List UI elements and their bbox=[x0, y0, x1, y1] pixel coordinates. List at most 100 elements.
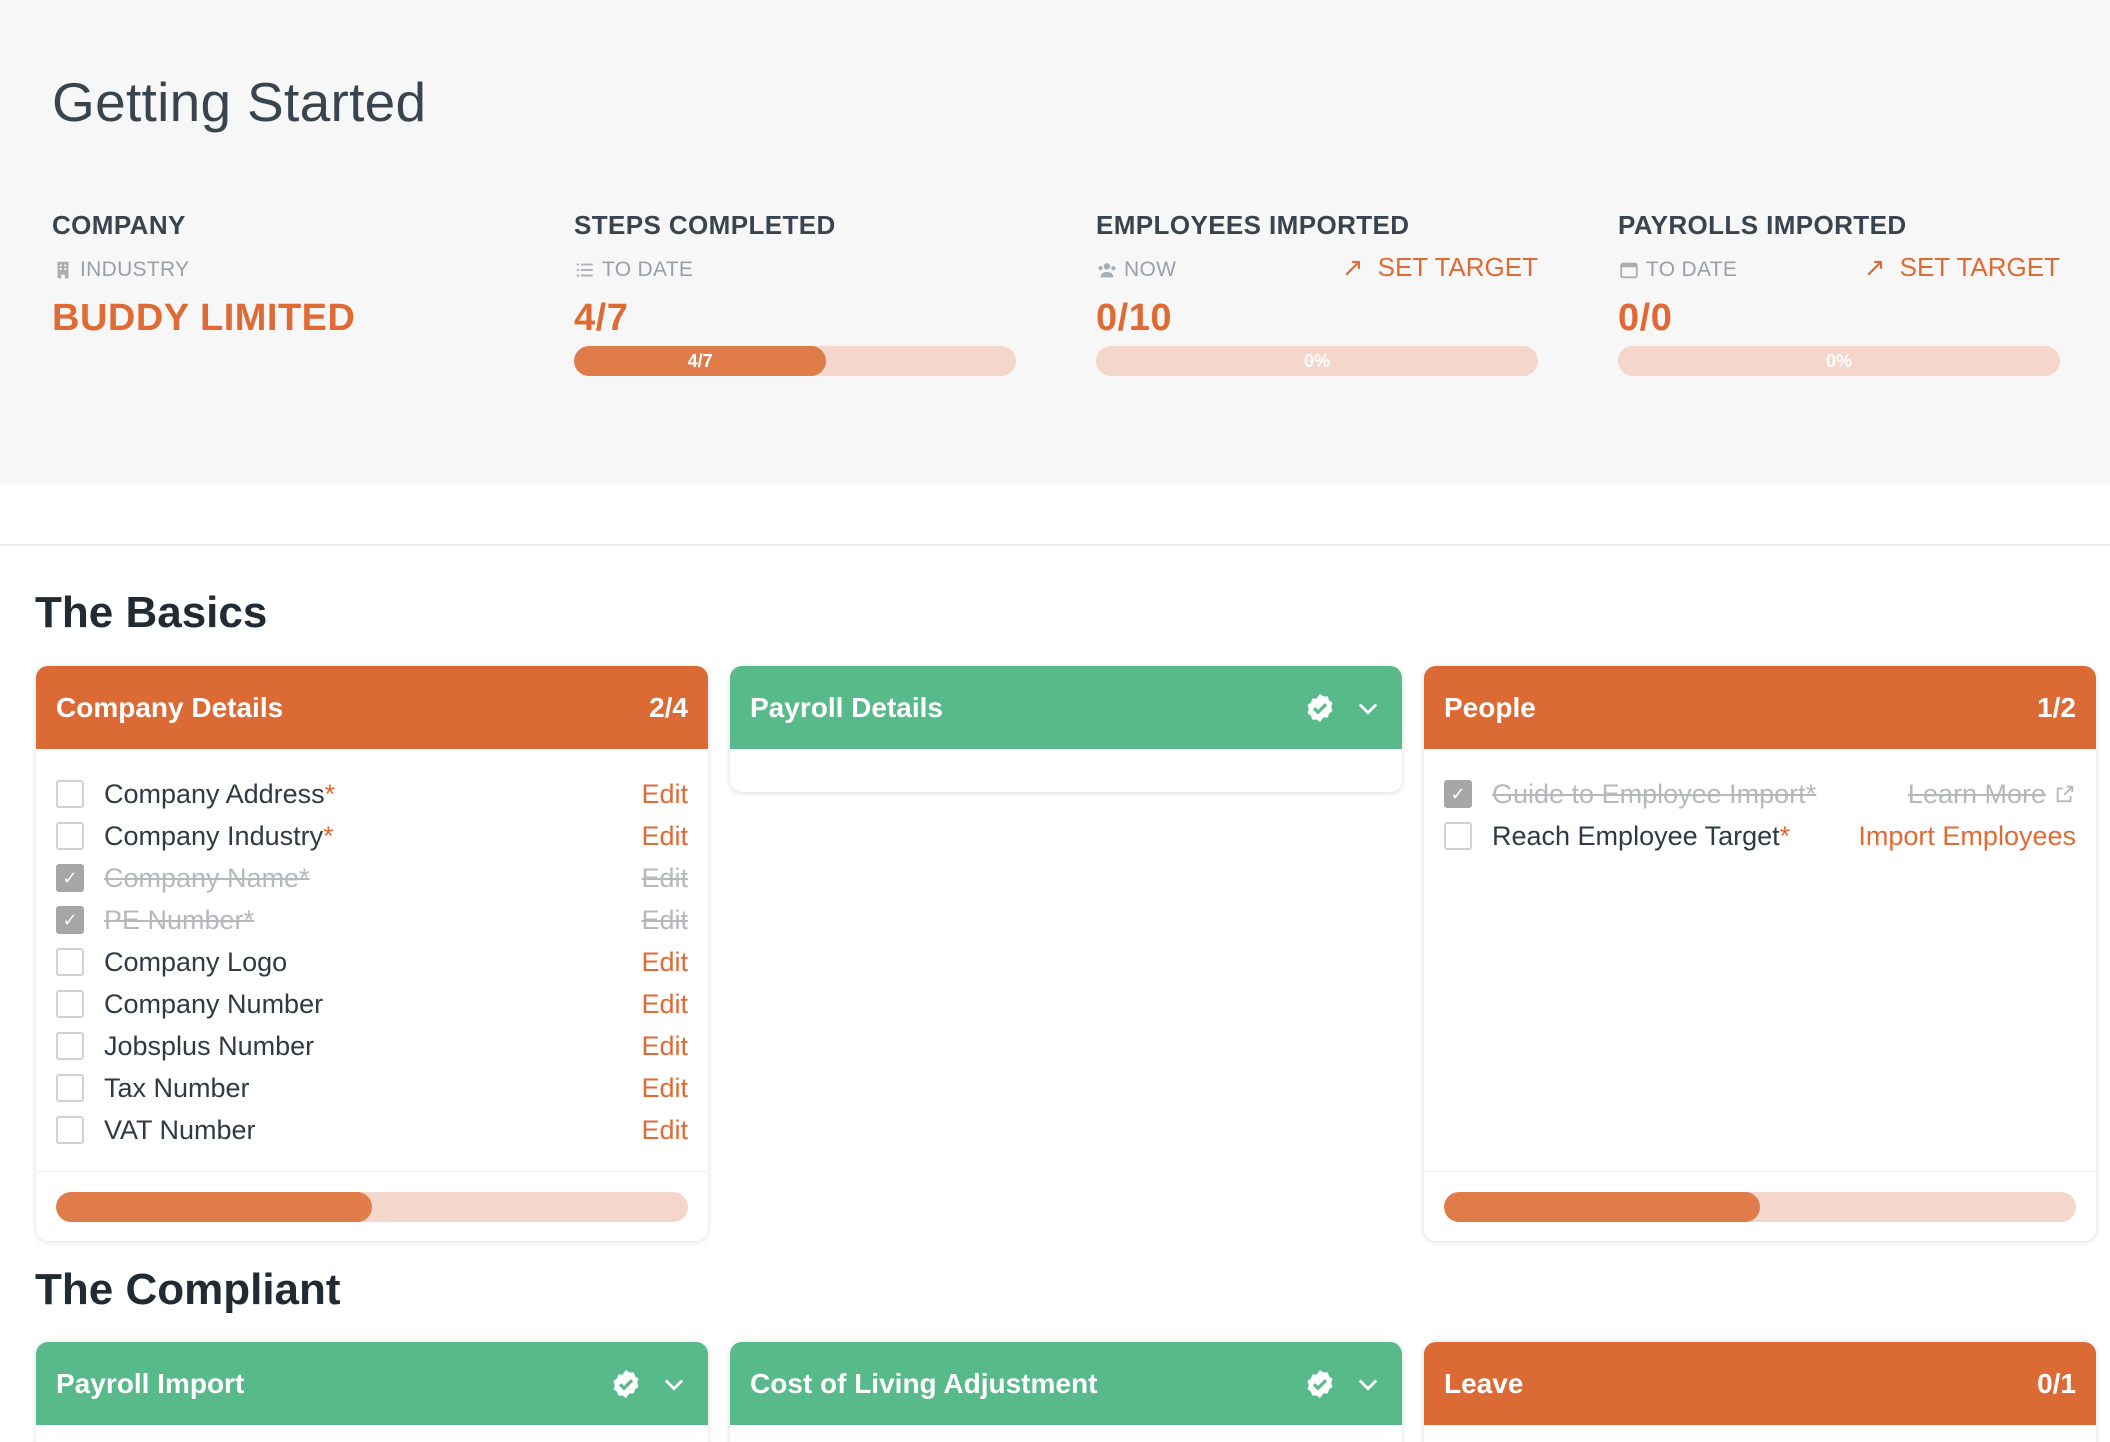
item-label: Company Address bbox=[104, 778, 325, 809]
cost-of-living-title: Cost of Living Adjustment bbox=[750, 1367, 1098, 1399]
list-icon bbox=[576, 263, 593, 277]
list-item: ✓ Guide to Employee Import* Learn More bbox=[1444, 773, 2076, 815]
leave-card: Leave 0/1 bbox=[1424, 1342, 2096, 1442]
employees-set-target-label: SET TARGET bbox=[1377, 252, 1538, 282]
edit-link[interactable]: Edit bbox=[641, 1031, 688, 1062]
people-progress-fill bbox=[1444, 1192, 1760, 1222]
company-label: COMPANY bbox=[52, 210, 186, 240]
list-item: ✓ PE Number* Edit bbox=[56, 899, 688, 941]
list-item: Company Industry* Edit bbox=[56, 815, 688, 857]
payroll-details-title: Payroll Details bbox=[750, 691, 943, 723]
company-details-count: 2/4 bbox=[649, 691, 688, 723]
checkbox[interactable] bbox=[56, 990, 84, 1018]
page-title: Getting Started bbox=[52, 71, 427, 133]
steps-progress-bar: 4/7 bbox=[574, 346, 1016, 376]
card-footer bbox=[36, 1171, 708, 1241]
required-marker: * bbox=[323, 820, 334, 851]
list-item: Company Number Edit bbox=[56, 983, 688, 1025]
checkbox[interactable] bbox=[56, 1116, 84, 1144]
payrolls-set-target-label: SET TARGET bbox=[1899, 252, 2060, 282]
leave-header[interactable]: Leave 0/1 bbox=[1424, 1342, 2096, 1425]
company-details-header[interactable]: Company Details 2/4 bbox=[36, 666, 708, 749]
checkbox-checked[interactable]: ✓ bbox=[56, 864, 84, 892]
section-divider bbox=[0, 544, 2110, 546]
payroll-details-card: Payroll Details bbox=[730, 666, 1402, 792]
checkbox[interactable] bbox=[56, 948, 84, 976]
item-label: Company Industry bbox=[104, 820, 324, 851]
edit-link[interactable]: Edit bbox=[641, 1073, 688, 1104]
verified-check-icon bbox=[613, 1369, 639, 1398]
list-item: Jobsplus Number Edit bbox=[56, 1025, 688, 1067]
payroll-import-header[interactable]: Payroll Import bbox=[36, 1342, 708, 1425]
checkbox[interactable] bbox=[56, 780, 84, 808]
building-icon bbox=[57, 261, 69, 279]
item-label: Tax Number bbox=[104, 1072, 250, 1103]
arrow-up-right-icon: ↗ bbox=[1341, 252, 1364, 282]
employees-set-target-link[interactable]: ↗ SET TARGET bbox=[1342, 252, 1538, 283]
people-list: ✓ Guide to Employee Import* Learn More R… bbox=[1424, 749, 2096, 857]
required-marker: * bbox=[299, 862, 310, 893]
getting-started-header: Getting Started COMPANY INDUSTRY BUDDY L… bbox=[0, 0, 2110, 484]
company-details-list: Company Address* Edit Company Industry* … bbox=[36, 749, 708, 1151]
import-employees-link[interactable]: Import Employees bbox=[1858, 821, 2076, 852]
edit-link[interactable]: Edit bbox=[641, 1115, 688, 1146]
cost-of-living-header[interactable]: Cost of Living Adjustment bbox=[730, 1342, 1402, 1425]
people-progress-bar bbox=[1444, 1192, 2076, 1222]
checkbox-checked[interactable]: ✓ bbox=[1444, 780, 1472, 808]
chevron-down-icon[interactable] bbox=[1354, 1370, 1382, 1398]
employees-progress-bar: 0% bbox=[1096, 346, 1538, 376]
checkbox[interactable] bbox=[56, 822, 84, 850]
edit-link[interactable]: Edit bbox=[641, 779, 688, 810]
leave-count: 0/1 bbox=[2037, 1367, 2076, 1399]
steps-stat: STEPS COMPLETED TO DATE 4/7 4/7 bbox=[574, 210, 1016, 376]
item-label: PE Number bbox=[104, 904, 244, 935]
people-count: 1/2 bbox=[2037, 691, 2076, 723]
basics-section-title: The Basics bbox=[35, 588, 268, 637]
checkbox[interactable] bbox=[56, 1032, 84, 1060]
item-label: Company Logo bbox=[104, 946, 288, 977]
required-marker: * bbox=[1805, 778, 1817, 809]
steps-value: 4/7 bbox=[574, 297, 629, 339]
compliant-section-title: The Compliant bbox=[35, 1265, 341, 1314]
edit-link[interactable]: Edit bbox=[641, 905, 688, 936]
people-card: People 1/2 ✓ Guide to Employee Import* L… bbox=[1424, 666, 2096, 1241]
company-details-card: Company Details 2/4 Company Address* Edi… bbox=[36, 666, 708, 1241]
checkbox[interactable] bbox=[56, 1074, 84, 1102]
list-item: Reach Employee Target* Import Employees bbox=[1444, 815, 2076, 857]
required-marker: * bbox=[324, 778, 336, 809]
checkbox-checked[interactable]: ✓ bbox=[56, 906, 84, 934]
list-item: Company Logo Edit bbox=[56, 941, 688, 983]
edit-link[interactable]: Edit bbox=[641, 863, 688, 894]
company-details-progress-bar bbox=[56, 1192, 688, 1222]
calendar-icon bbox=[1620, 262, 1638, 279]
chevron-down-icon[interactable] bbox=[1354, 694, 1382, 722]
employees-stat: EMPLOYEES IMPORTED NOW ↗ SET TARGET 0/10… bbox=[1096, 210, 1538, 376]
external-link-icon bbox=[2056, 785, 2074, 803]
cost-of-living-card: Cost of Living Adjustment bbox=[730, 1342, 1402, 1442]
payroll-details-header[interactable]: Payroll Details bbox=[730, 666, 1402, 749]
people-title: People bbox=[1444, 691, 1536, 723]
payrolls-stat: PAYROLLS IMPORTED TO DATE ↗ SET TARGET 0… bbox=[1618, 210, 2060, 376]
verified-check-icon bbox=[1307, 1369, 1333, 1398]
edit-link[interactable]: Edit bbox=[641, 947, 688, 978]
learn-more-link[interactable]: Learn More bbox=[1908, 779, 2076, 810]
item-label: Reach Employee Target bbox=[1492, 820, 1780, 851]
company-stat: COMPANY INDUSTRY BUDDY LIMITED bbox=[52, 210, 494, 340]
payroll-import-title: Payroll Import bbox=[56, 1367, 245, 1399]
edit-link[interactable]: Edit bbox=[641, 821, 688, 852]
steps-progress-text: 4/7 bbox=[687, 351, 713, 371]
leave-title: Leave bbox=[1444, 1367, 1524, 1399]
company-details-title: Company Details bbox=[56, 691, 284, 723]
company-details-progress-fill bbox=[56, 1192, 372, 1222]
checkbox[interactable] bbox=[1444, 822, 1472, 850]
payrolls-value: 0/0 bbox=[1618, 297, 1673, 339]
learn-more-label: Learn More bbox=[1907, 778, 2046, 809]
chevron-down-icon[interactable] bbox=[660, 1370, 688, 1398]
steps-sub-label: TO DATE bbox=[602, 258, 694, 281]
required-marker: * bbox=[243, 904, 255, 935]
payrolls-label: PAYROLLS IMPORTED bbox=[1618, 210, 1907, 240]
employees-progress-text: 0% bbox=[1303, 351, 1330, 371]
edit-link[interactable]: Edit bbox=[641, 989, 688, 1020]
people-header[interactable]: People 1/2 bbox=[1424, 666, 2096, 749]
payrolls-set-target-link[interactable]: ↗ SET TARGET bbox=[1864, 252, 2060, 283]
